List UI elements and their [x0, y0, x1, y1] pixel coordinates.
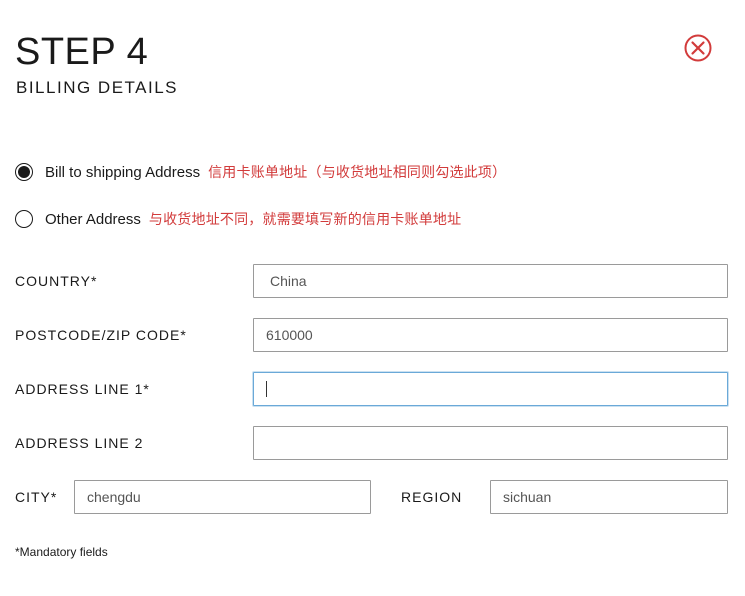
- radio-label-other: Other Address: [45, 210, 141, 228]
- address-line-1-label: ADDRESS LINE 1*: [15, 381, 150, 397]
- radio-note-other: 与收货地址不同，就需要填写新的信用卡账单地址: [148, 212, 462, 228]
- country-label: COUNTRY*: [15, 273, 98, 289]
- city-input[interactable]: [74, 480, 371, 514]
- address-line-2-label: ADDRESS LINE 2: [15, 435, 144, 451]
- city-label: CITY*: [15, 489, 58, 505]
- close-button[interactable]: [684, 34, 712, 62]
- region-label: REGION: [401, 489, 463, 505]
- radio-bill-to-shipping[interactable]: [15, 163, 33, 181]
- address-line-1-input[interactable]: [253, 372, 728, 406]
- billing-option-shipping[interactable]: Bill to shipping Address 信用卡账单地址（与收货地址相同…: [15, 160, 506, 184]
- radio-selected-dot: [18, 166, 30, 178]
- region-input[interactable]: [490, 480, 728, 514]
- address-line-2-input[interactable]: [253, 426, 728, 460]
- radio-note-shipping: 信用卡账单地址（与收货地址相同则勾选此项）: [208, 165, 507, 181]
- mandatory-fields-note: *Mandatory fields: [15, 545, 108, 559]
- radio-label-shipping: Bill to shipping Address: [45, 163, 201, 181]
- step-title: STEP 4: [15, 31, 149, 73]
- radio-other-address[interactable]: [15, 210, 33, 228]
- text-caret: [266, 381, 267, 397]
- close-circle-x-icon: [684, 34, 712, 62]
- step-subtitle: BILLING DETAILS: [16, 78, 179, 97]
- postcode-input[interactable]: [253, 318, 728, 352]
- country-select[interactable]: [253, 264, 728, 298]
- billing-option-other[interactable]: Other Address 与收货地址不同，就需要填写新的信用卡账单地址: [15, 207, 461, 231]
- postcode-label: POSTCODE/ZIP CODE*: [15, 327, 187, 343]
